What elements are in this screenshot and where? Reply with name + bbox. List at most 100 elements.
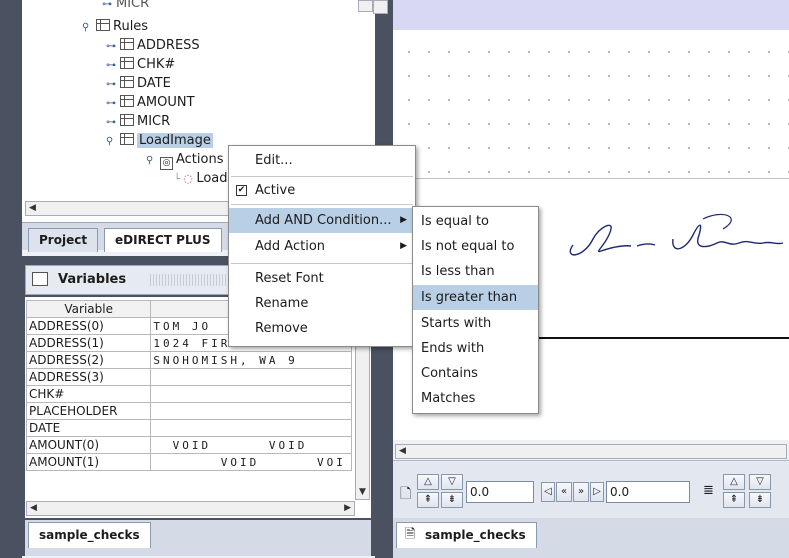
signature-image (569, 213, 784, 256)
table-row[interactable]: CHK# (25, 385, 352, 403)
variable-value[interactable] (150, 385, 352, 403)
variable-name[interactable]: ADDRESS(3) (25, 368, 152, 386)
table-row[interactable]: PLACEHOLDER (25, 402, 352, 420)
nav-prev-button[interactable]: « (556, 482, 572, 502)
submenu-item-matches[interactable]: Matches (413, 386, 538, 411)
node-handle-icon: ⚲ (106, 136, 114, 147)
node-handle-icon: ⊶ (106, 60, 116, 71)
page-down-button[interactable]: ⇟ (441, 492, 463, 508)
scroll-down-icon[interactable]: ▼ (359, 487, 366, 497)
table-row[interactable]: AMOUNT(0) VOID VOID (25, 436, 352, 454)
variable-name[interactable]: ADDRESS(2) (25, 351, 152, 369)
node-handle-icon: ⊶ (106, 41, 116, 52)
offset-field-1[interactable]: 0.0 (466, 481, 534, 503)
rule-icon (120, 57, 134, 69)
menu-item-reset-font[interactable]: Reset Font (229, 266, 415, 291)
bottom-toolbar: 🗋 △ ▽ ⇞ ⇟ 0.0 ◁ « » ▷ 0.0 ≣ △ ▽ ⇞ ⇟ (393, 460, 789, 518)
canvas-top-band (393, 0, 789, 30)
variable-name[interactable]: ADDRESS(1) (25, 334, 152, 352)
zoom-down-button[interactable]: ▽ (749, 474, 771, 490)
offset-field-2[interactable]: 0.0 (606, 481, 690, 503)
submenu-item-is-less-than[interactable]: Is less than (413, 259, 538, 284)
variable-name[interactable]: AMOUNT(0) (25, 436, 152, 454)
signature-line (533, 337, 789, 339)
table-row[interactable]: DATE (25, 419, 352, 437)
tab-edirect-plus[interactable]: eDIRECT PLUS (104, 228, 222, 252)
page-up-button[interactable]: ⇞ (417, 492, 439, 508)
menu-item-active[interactable]: ✔ Active (229, 178, 415, 203)
zoom-page-down-button[interactable]: ⇟ (749, 492, 771, 508)
tree-node-actions[interactable]: ⚲ ◎ Actions (146, 150, 224, 170)
page-icon: 🗋 (400, 486, 412, 502)
submenu-item-is-greater-than[interactable]: Is greater than (413, 285, 538, 310)
menu-item-add-and-condition[interactable]: Add AND Condition... ▶ (229, 208, 415, 233)
tree-item-rule[interactable]: ⊶ CHK# (106, 55, 175, 74)
scroll-up-button[interactable]: △ (417, 474, 439, 490)
node-handle-icon: ⊶ (106, 117, 116, 128)
rule-icon (120, 133, 134, 145)
zoom-up-button[interactable]: △ (723, 474, 745, 490)
tree-item-rule-selected[interactable]: ⚲ LoadImage (106, 131, 213, 150)
menu-item-remove[interactable]: Remove (229, 316, 415, 341)
left-top-scrollbar-stub[interactable] (373, 0, 388, 14)
variable-value[interactable]: VOID VOI (150, 453, 352, 471)
preview-horizontal-scrollbar[interactable]: ◀ (395, 444, 787, 459)
rule-icon (120, 38, 134, 50)
variable-value[interactable] (150, 402, 352, 420)
nav-first-button[interactable]: ◁ (541, 482, 555, 502)
scroll-left-icon[interactable]: ◀ (30, 503, 37, 513)
menu-item-rename[interactable]: Rename (229, 291, 415, 316)
table-row[interactable]: ADDRESS(2) SNOHOMISH, WA 9 (25, 351, 352, 369)
menu-item-add-action[interactable]: Add Action ▶ (229, 234, 415, 259)
zoom-page-up-button[interactable]: ⇞ (723, 492, 745, 508)
submenu-item-is-not-equal-to[interactable]: Is not equal to (413, 234, 538, 259)
scroll-left-icon[interactable]: ◀ (29, 203, 36, 213)
tree-item-rule[interactable]: ⊶ DATE (106, 74, 171, 93)
table-row[interactable]: ADDRESS(3) (25, 368, 352, 386)
tree-item-micr-partial[interactable]: ⊶ MICR (102, 0, 149, 13)
tree-item-rule[interactable]: ⊶ AMOUNT (106, 93, 195, 112)
tree-item-load-action[interactable]: └ ◌ Load (174, 169, 228, 188)
actions-icon: ◎ (160, 157, 173, 170)
submenu-item-contains[interactable]: Contains (413, 361, 538, 386)
scroll-down-button[interactable]: ▽ (441, 474, 463, 490)
submenu-item-ends-with[interactable]: Ends with (413, 336, 538, 361)
scroll-right-icon[interactable]: ▶ (344, 503, 351, 513)
expand-handle-icon[interactable]: ⚲ (82, 18, 96, 37)
tree-line-icon: └ (174, 174, 184, 185)
tree-item-rule[interactable]: ⊶ ADDRESS (106, 36, 200, 55)
variable-name[interactable]: DATE (25, 419, 152, 437)
tab-sample-checks-left[interactable]: sample_checks (28, 522, 151, 548)
checkbox-checked-icon[interactable]: ✔ (236, 185, 247, 196)
window-icon (32, 272, 48, 286)
variable-name[interactable]: PLACEHOLDER (25, 402, 152, 420)
submenu-item-is-equal-to[interactable]: Is equal to (413, 209, 538, 234)
tab-sample-checks-right[interactable]: 🗎 sample_checks (396, 522, 537, 548)
variable-value[interactable]: VOID VOID (150, 436, 352, 454)
document-icon: 🗎 (405, 527, 416, 542)
tab-project[interactable]: Project (28, 228, 99, 252)
check-canvas-grid[interactable] (393, 30, 789, 178)
nav-next-button[interactable]: » (573, 482, 589, 502)
table-row[interactable]: AMOUNT(1) VOID VOI (25, 453, 352, 471)
column-header-variable[interactable]: Variable (25, 300, 152, 318)
submenu-item-starts-with[interactable]: Starts with (413, 311, 538, 336)
menu-separator (231, 263, 413, 264)
tree-node-rules[interactable]: ⚲ Rules (82, 17, 148, 36)
variable-name[interactable]: CHK# (25, 385, 152, 403)
nav-last-button[interactable]: ▷ (590, 482, 604, 502)
variable-value[interactable] (150, 419, 352, 437)
menu-item-edit[interactable]: Edit... (229, 148, 415, 173)
variable-value[interactable] (150, 368, 352, 386)
node-handle-icon: ⚲ (146, 155, 154, 166)
tree-item-rule[interactable]: ⊶ MICR (106, 112, 170, 131)
node-handle-icon: ⊶ (106, 79, 116, 90)
variables-horizontal-scrollbar[interactable]: ◀ ▶ (26, 501, 355, 516)
variable-name[interactable]: ADDRESS(0) (25, 317, 152, 335)
rule-icon (120, 95, 134, 107)
variable-name[interactable]: AMOUNT(1) (25, 453, 152, 471)
scroll-left-icon[interactable]: ◀ (399, 446, 406, 456)
menu-item-label: Add AND Condition... (255, 213, 392, 228)
tree-vertical-scrollbar[interactable] (358, 0, 373, 12)
variable-value[interactable]: SNOHOMISH, WA 9 (150, 351, 352, 369)
